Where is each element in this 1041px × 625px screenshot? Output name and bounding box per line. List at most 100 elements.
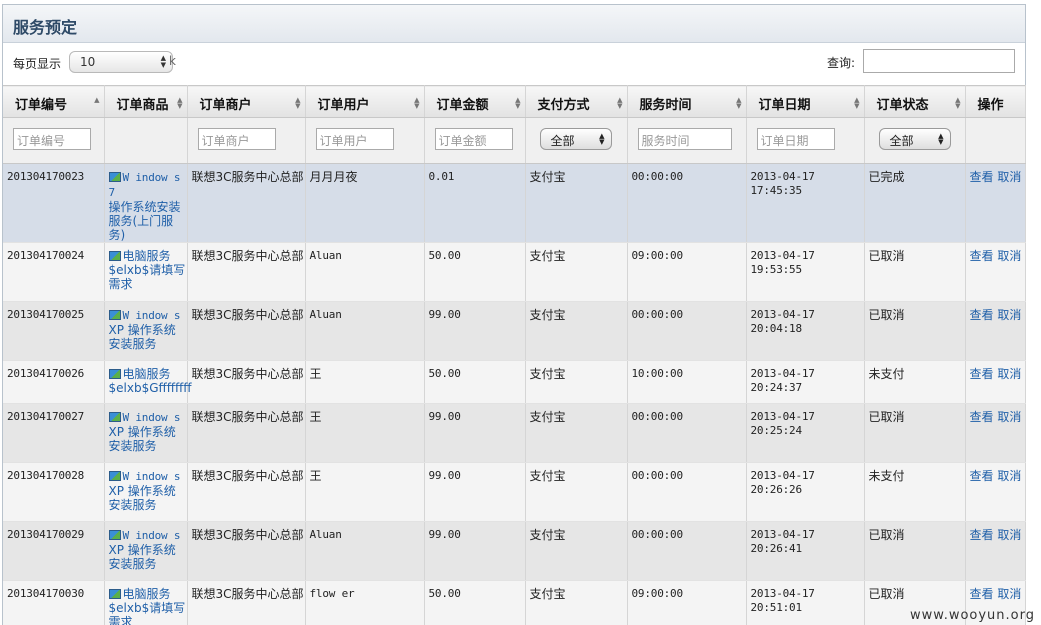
filter-select-status[interactable]: 全部 ▲ ▼ bbox=[878, 128, 951, 150]
order-panel: 服务预定 每页显示 10 ▲ ▼ k 查询: 订单编号 ▲ 订单商品 ▲ ▼ 订单商户 ▲ ▼… bbox=[2, 4, 1026, 625]
cell-product[interactable]: 电脑服务 $elxb$Gffffffff bbox=[104, 360, 192, 404]
cell-merchant: 联想3C服务中心总部 bbox=[187, 163, 306, 243]
cancel-link[interactable]: 取消 bbox=[997, 587, 1021, 601]
filter-select-payment[interactable]: 全部 ▲ ▼ bbox=[539, 128, 612, 150]
column-header-label: 订单用户 bbox=[317, 98, 370, 113]
product-image-icon bbox=[108, 412, 121, 422]
cancel-link[interactable]: 取消 bbox=[997, 170, 1021, 184]
table-row[interactable]: 201304170026 电脑服务 $elxb$Gffffffff 联想3C服务中心总… bbox=[3, 360, 1026, 404]
cell-user: 王 bbox=[305, 403, 425, 463]
cancel-link[interactable]: 取消 bbox=[997, 469, 1021, 483]
product-name-line1: 电脑服务 bbox=[122, 587, 171, 601]
cell-service-time: 00:00:00 bbox=[627, 462, 747, 522]
order-date-time: 20:04:18 bbox=[750, 322, 803, 335]
view-link[interactable]: 查看 bbox=[970, 410, 994, 424]
filter-cell-merchant: 订单商户 bbox=[187, 117, 306, 164]
table-row[interactable]: 201304170024 电脑服务 $elxb$请填写需求 联想3C服务中心总部 Alu… bbox=[3, 242, 1026, 302]
column-header-order-date[interactable]: 订单日期 ▲ ▼ bbox=[746, 85, 865, 118]
view-link[interactable]: 查看 bbox=[970, 367, 994, 381]
cancel-link[interactable]: 取消 bbox=[997, 367, 1021, 381]
search-input[interactable] bbox=[863, 49, 1015, 73]
cell-merchant: 联想3C服务中心总部 bbox=[187, 403, 306, 463]
cell-product[interactable]: W indow s 7 操作系统安装服务(上门服务) bbox=[104, 163, 188, 243]
table-row[interactable]: 201304170027 W indow s XP 操作系统安装服务 联想3C服务中心… bbox=[3, 403, 1026, 463]
column-header-user[interactable]: 订单用户 ▲ ▼ bbox=[305, 85, 425, 118]
view-link[interactable]: 查看 bbox=[970, 469, 994, 483]
page-length-select[interactable]: 10 ▲ ▼ bbox=[69, 51, 173, 73]
order-date-time: 20:26:26 bbox=[750, 483, 803, 496]
filter-input-order-date[interactable]: 订单日期 bbox=[756, 128, 835, 150]
cancel-link[interactable]: 取消 bbox=[997, 308, 1021, 322]
cell-user: flow er bbox=[305, 580, 425, 625]
column-header-product[interactable]: 订单商品 ▲ ▼ bbox=[104, 85, 188, 118]
table-row[interactable]: 201304170023 W indow s 7 操作系统安装服务(上门服务) 联想3… bbox=[3, 163, 1026, 243]
header-row: 订单编号 ▲ 订单商品 ▲ ▼ 订单商户 ▲ ▼ 订单用户 ▲ ▼ 订单金额 ▲ ▼ 支付方式 ▲ ▼ 服务时间… bbox=[3, 85, 1026, 118]
sort-icon: ▲ ▼ bbox=[955, 96, 961, 110]
cell-user: Aluan bbox=[305, 242, 425, 302]
column-header-status[interactable]: 订单状态 ▲ ▼ bbox=[864, 85, 966, 118]
cancel-link[interactable]: 取消 bbox=[997, 249, 1021, 263]
cell-order-date: 2013-04-17 20:51:01 bbox=[746, 580, 865, 625]
filter-input-order-id[interactable]: 订单编号 bbox=[13, 128, 91, 150]
view-link[interactable]: 查看 bbox=[970, 528, 994, 542]
column-header-label: 订单编号 bbox=[15, 98, 68, 113]
cell-product[interactable]: W indow s XP 操作系统安装服务 bbox=[104, 462, 188, 522]
product-image-icon bbox=[108, 589, 121, 599]
cell-product[interactable]: 电脑服务 $elxb$请填写需求 bbox=[104, 580, 188, 625]
cell-service-time: 09:00:00 bbox=[627, 242, 747, 302]
view-link[interactable]: 查看 bbox=[970, 308, 994, 322]
column-header-order-id[interactable]: 订单编号 ▲ bbox=[3, 85, 105, 118]
product-image-icon bbox=[108, 369, 121, 379]
cell-amount: 99.00 bbox=[424, 521, 526, 581]
product-image-icon bbox=[108, 471, 121, 481]
column-header-merchant[interactable]: 订单商户 ▲ ▼ bbox=[187, 85, 306, 118]
filter-input-amount[interactable]: 订单金额 bbox=[434, 128, 513, 150]
sort-icon: ▲ ▼ bbox=[295, 96, 301, 110]
cell-amount: 99.00 bbox=[424, 462, 526, 522]
cell-amount: 99.00 bbox=[424, 301, 526, 361]
column-header-service-time[interactable]: 服务时间 ▲ ▼ bbox=[627, 85, 747, 118]
filter-input-service-time[interactable]: 服务时间 bbox=[637, 128, 732, 150]
table-row[interactable]: 201304170025 W indow s XP 操作系统安装服务 联想3C服务中心… bbox=[3, 301, 1026, 361]
view-link[interactable]: 查看 bbox=[970, 249, 994, 263]
cell-payment: 支付宝 bbox=[525, 580, 628, 625]
column-header-payment[interactable]: 支付方式 ▲ ▼ bbox=[525, 85, 628, 118]
cell-order-date: 2013-04-17 19:53:55 bbox=[746, 242, 865, 302]
cell-user: Aluan bbox=[305, 521, 425, 581]
cancel-link[interactable]: 取消 bbox=[997, 528, 1021, 542]
order-date-day: 2013-04-17 bbox=[750, 308, 815, 321]
cell-product[interactable]: W indow s XP 操作系统安装服务 bbox=[104, 521, 188, 581]
cell-user: 王 bbox=[305, 462, 425, 522]
filter-input-merchant[interactable]: 订单商户 bbox=[197, 128, 276, 150]
filter-input-user[interactable]: 订单用户 bbox=[315, 128, 394, 150]
cell-payment: 支付宝 bbox=[525, 242, 628, 302]
cell-amount: 50.00 bbox=[424, 242, 526, 302]
sort-icon: ▲ ▼ bbox=[515, 96, 521, 110]
product-name-line1: W indow s bbox=[122, 309, 181, 322]
order-date-time: 19:53:55 bbox=[750, 263, 803, 276]
search-label: 查询: bbox=[827, 56, 856, 70]
select-arrows-icon: ▲ ▼ bbox=[160, 54, 166, 69]
watermark: www.wooyun.org bbox=[909, 608, 1035, 623]
view-link[interactable]: 查看 bbox=[970, 170, 994, 184]
table-row[interactable]: 201304170029 W indow s XP 操作系统安装服务 联想3C服务中心… bbox=[3, 521, 1026, 581]
column-header-label: 支付方式 bbox=[537, 98, 590, 113]
cell-service-time: 00:00:00 bbox=[627, 403, 747, 463]
table-toolbar: 每页显示 10 ▲ ▼ k 查询: bbox=[3, 43, 1025, 85]
sort-icon: ▲ ▼ bbox=[617, 96, 623, 110]
cell-order-id: 201304170023 bbox=[3, 163, 105, 243]
view-link[interactable]: 查看 bbox=[970, 587, 994, 601]
sort-icon: ▲ bbox=[94, 96, 100, 104]
cell-product[interactable]: 电脑服务 $elxb$请填写需求 bbox=[104, 242, 188, 302]
cancel-link[interactable]: 取消 bbox=[997, 410, 1021, 424]
table-row[interactable]: 201304170028 W indow s XP 操作系统安装服务 联想3C服务中心… bbox=[3, 462, 1026, 522]
column-header-amount[interactable]: 订单金额 ▲ ▼ bbox=[424, 85, 526, 118]
cell-product[interactable]: W indow s XP 操作系统安装服务 bbox=[104, 301, 188, 361]
cell-service-time: 10:00:00 bbox=[627, 360, 747, 404]
column-header-label: 操作 bbox=[977, 98, 1004, 113]
page-length-suffix: k bbox=[169, 54, 176, 68]
table-row[interactable]: 201304170030 电脑服务 $elxb$请填写需求 联想3C服务中心总部 flo… bbox=[3, 580, 1026, 625]
product-image-icon bbox=[108, 530, 121, 540]
cell-product[interactable]: W indow s XP 操作系统安装服务 bbox=[104, 403, 188, 463]
cell-service-time: 00:00:00 bbox=[627, 301, 747, 361]
